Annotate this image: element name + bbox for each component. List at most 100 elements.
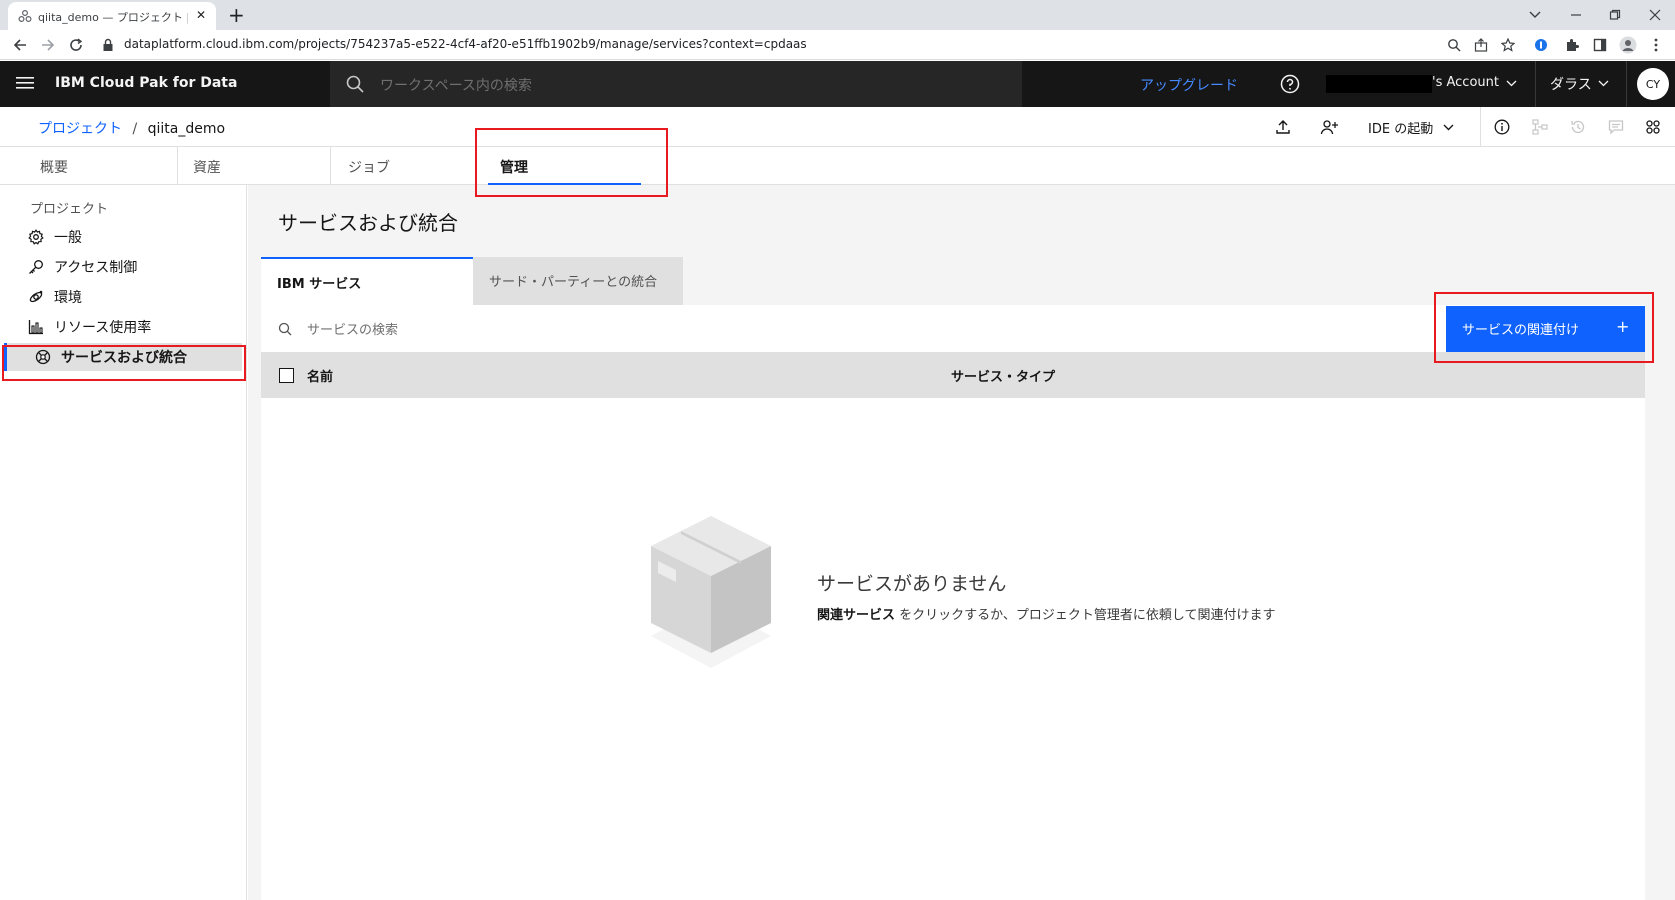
back-arrow-icon[interactable] bbox=[12, 37, 28, 53]
project-header: プロジェクト / qiita_demo IDE の起動 bbox=[0, 107, 1675, 147]
sidebar-item-label: 一般 bbox=[54, 230, 82, 246]
url-field[interactable]: dataplatform.cloud.ibm.com/projects/7542… bbox=[124, 37, 807, 51]
bar-chart-icon bbox=[28, 320, 43, 335]
side-panel-icon[interactable] bbox=[1592, 37, 1608, 53]
share-icon[interactable] bbox=[1473, 37, 1489, 53]
password-manager-icon[interactable] bbox=[1533, 37, 1549, 53]
empty-state-title: サービスがありません bbox=[817, 573, 1007, 595]
environment-icon bbox=[29, 290, 43, 303]
forward-arrow-icon[interactable] bbox=[40, 37, 56, 53]
tab-close-icon[interactable]: ✕ bbox=[196, 8, 206, 22]
page-title: サービスおよび統合 bbox=[278, 211, 458, 235]
project-tabs: 概要 資産 ジョブ 管理 bbox=[0, 147, 1675, 185]
browser-tab-strip: qiita_demo — プロジェクト | IBM Cl ✕ + bbox=[0, 0, 1675, 30]
tab-favicon-icon bbox=[18, 9, 32, 23]
table-body: サービスがありません 関連サービス をクリックするか、プロジェクト管理者に依頼し… bbox=[261, 398, 1645, 900]
tab-label: 概要 bbox=[40, 160, 68, 176]
collaboration-icon[interactable] bbox=[1645, 119, 1661, 135]
associate-service-button[interactable]: サービスの関連付け + bbox=[1446, 306, 1645, 352]
sidebar-item-label: サービスおよび統合 bbox=[61, 350, 187, 366]
info-icon[interactable] bbox=[1494, 119, 1510, 135]
launch-ide-button[interactable]: IDE の起動 bbox=[1368, 118, 1454, 137]
integration-icon bbox=[35, 349, 51, 365]
workspace-search[interactable]: ワークスペース内の検索 bbox=[330, 61, 1022, 107]
gear-icon bbox=[28, 229, 44, 245]
account-switcher[interactable]: 's Account bbox=[1432, 75, 1499, 90]
search-icon bbox=[278, 322, 292, 336]
tab-jobs[interactable]: ジョブ bbox=[336, 147, 486, 185]
search-placeholder: ワークスペース内の検索 bbox=[380, 78, 532, 94]
profile-icon[interactable] bbox=[1619, 36, 1637, 54]
column-header-service-type[interactable]: サービス・タイプ bbox=[951, 366, 1055, 385]
hamburger-menu-icon[interactable] bbox=[16, 76, 34, 90]
tab-label: IBM サービス bbox=[277, 277, 362, 292]
breadcrumb-link-project[interactable]: プロジェクト bbox=[38, 121, 122, 137]
service-search-row: サービスの検索 bbox=[261, 305, 1645, 353]
header-divider bbox=[1626, 61, 1627, 107]
chevron-down-icon[interactable] bbox=[1506, 80, 1517, 87]
chevron-down-icon[interactable] bbox=[1598, 80, 1609, 87]
sidebar-item-access-control[interactable]: アクセス制御 bbox=[28, 253, 238, 281]
reload-icon[interactable] bbox=[68, 37, 84, 53]
upload-icon[interactable] bbox=[1275, 119, 1291, 135]
header-divider bbox=[1535, 61, 1536, 107]
account-redaction bbox=[1326, 75, 1432, 93]
minimize-icon[interactable] bbox=[1568, 7, 1584, 23]
extensions-icon[interactable] bbox=[1564, 37, 1580, 53]
tab-label: ジョブ bbox=[348, 160, 390, 176]
select-all-checkbox[interactable] bbox=[279, 368, 294, 383]
search-icon bbox=[346, 75, 364, 93]
sidebar-item-environments[interactable]: 環境 bbox=[28, 283, 238, 311]
sidebar-item-resource-usage[interactable]: リソース使用率 bbox=[28, 313, 238, 341]
manage-sidebar: プロジェクト 一般 アクセス制御 環境 リソース使用率 サービスおよび統合 bbox=[0, 185, 247, 900]
sidebar-item-label: リソース使用率 bbox=[54, 320, 152, 336]
tab-assets[interactable]: 資産 bbox=[181, 147, 331, 185]
main-content: サービスおよび統合 IBM サービス サード・パーティーとの統合 サービスの検索… bbox=[248, 185, 1675, 900]
account-name: 's Account bbox=[1432, 75, 1499, 90]
key-icon bbox=[29, 260, 43, 274]
breadcrumb: プロジェクト / qiita_demo bbox=[38, 118, 225, 138]
sidebar-heading: プロジェクト bbox=[30, 202, 109, 217]
sidebar-item-label: 環境 bbox=[54, 290, 82, 306]
column-header-name[interactable]: 名前 bbox=[307, 366, 333, 385]
flow-icon[interactable] bbox=[1532, 119, 1548, 135]
breadcrumb-separator: / bbox=[132, 121, 138, 137]
lock-icon[interactable] bbox=[100, 37, 116, 53]
avatar[interactable]: CY bbox=[1637, 68, 1669, 100]
tab-ibm-services[interactable]: IBM サービス bbox=[261, 257, 473, 305]
tab-title: qiita_demo — プロジェクト | IBM Cl bbox=[38, 11, 188, 24]
browser-toolbar: dataplatform.cloud.ibm.com/projects/7542… bbox=[0, 30, 1675, 60]
restore-icon[interactable] bbox=[1607, 7, 1623, 23]
upgrade-link[interactable]: アップグレード bbox=[1140, 75, 1238, 95]
window-close-icon[interactable] bbox=[1647, 7, 1663, 23]
history-icon[interactable] bbox=[1570, 119, 1586, 135]
add-collaborator-icon[interactable] bbox=[1320, 119, 1338, 135]
sidebar-item-services-integrations[interactable]: サービスおよび統合 bbox=[4, 343, 242, 371]
new-tab-button[interactable]: + bbox=[228, 3, 245, 27]
help-icon[interactable] bbox=[1280, 74, 1300, 94]
breadcrumb-current: qiita_demo bbox=[147, 121, 226, 137]
tab-label: サード・パーティーとの統合 bbox=[489, 275, 658, 290]
chevron-down-icon[interactable] bbox=[1527, 7, 1543, 23]
tab-manage[interactable]: 管理 bbox=[488, 147, 641, 185]
zoom-icon[interactable] bbox=[1446, 37, 1462, 53]
tab-third-party-integrations[interactable]: サード・パーティーとの統合 bbox=[473, 257, 683, 305]
sidebar-item-general[interactable]: 一般 bbox=[28, 223, 238, 251]
associate-service-link[interactable]: 関連サービス bbox=[817, 608, 895, 623]
launch-ide-label: IDE の起動 bbox=[1368, 122, 1434, 137]
bookmark-star-icon[interactable] bbox=[1500, 37, 1516, 53]
browser-menu-icon[interactable] bbox=[1648, 37, 1664, 53]
empty-state-message: 関連サービス をクリックするか、プロジェクト管理者に依頼して関連付けます bbox=[817, 604, 1276, 623]
tab-overview[interactable]: 概要 bbox=[28, 147, 178, 185]
tab-label: 管理 bbox=[500, 160, 528, 176]
region-selector[interactable]: ダラス bbox=[1550, 74, 1592, 94]
service-search-input[interactable]: サービスの検索 bbox=[307, 319, 1307, 338]
plus-icon: + bbox=[1616, 317, 1630, 336]
chevron-down-icon bbox=[1443, 124, 1454, 131]
browser-tab[interactable]: qiita_demo — プロジェクト | IBM Cl ✕ bbox=[8, 2, 216, 30]
brand-name[interactable]: IBM Cloud Pak for Data bbox=[55, 75, 237, 91]
tab-label: 資産 bbox=[193, 160, 221, 176]
toolbar-divider bbox=[1480, 107, 1481, 146]
comment-icon[interactable] bbox=[1608, 119, 1624, 135]
empty-state-text: をクリックするか、プロジェクト管理者に依頼して関連付けます bbox=[895, 608, 1276, 623]
